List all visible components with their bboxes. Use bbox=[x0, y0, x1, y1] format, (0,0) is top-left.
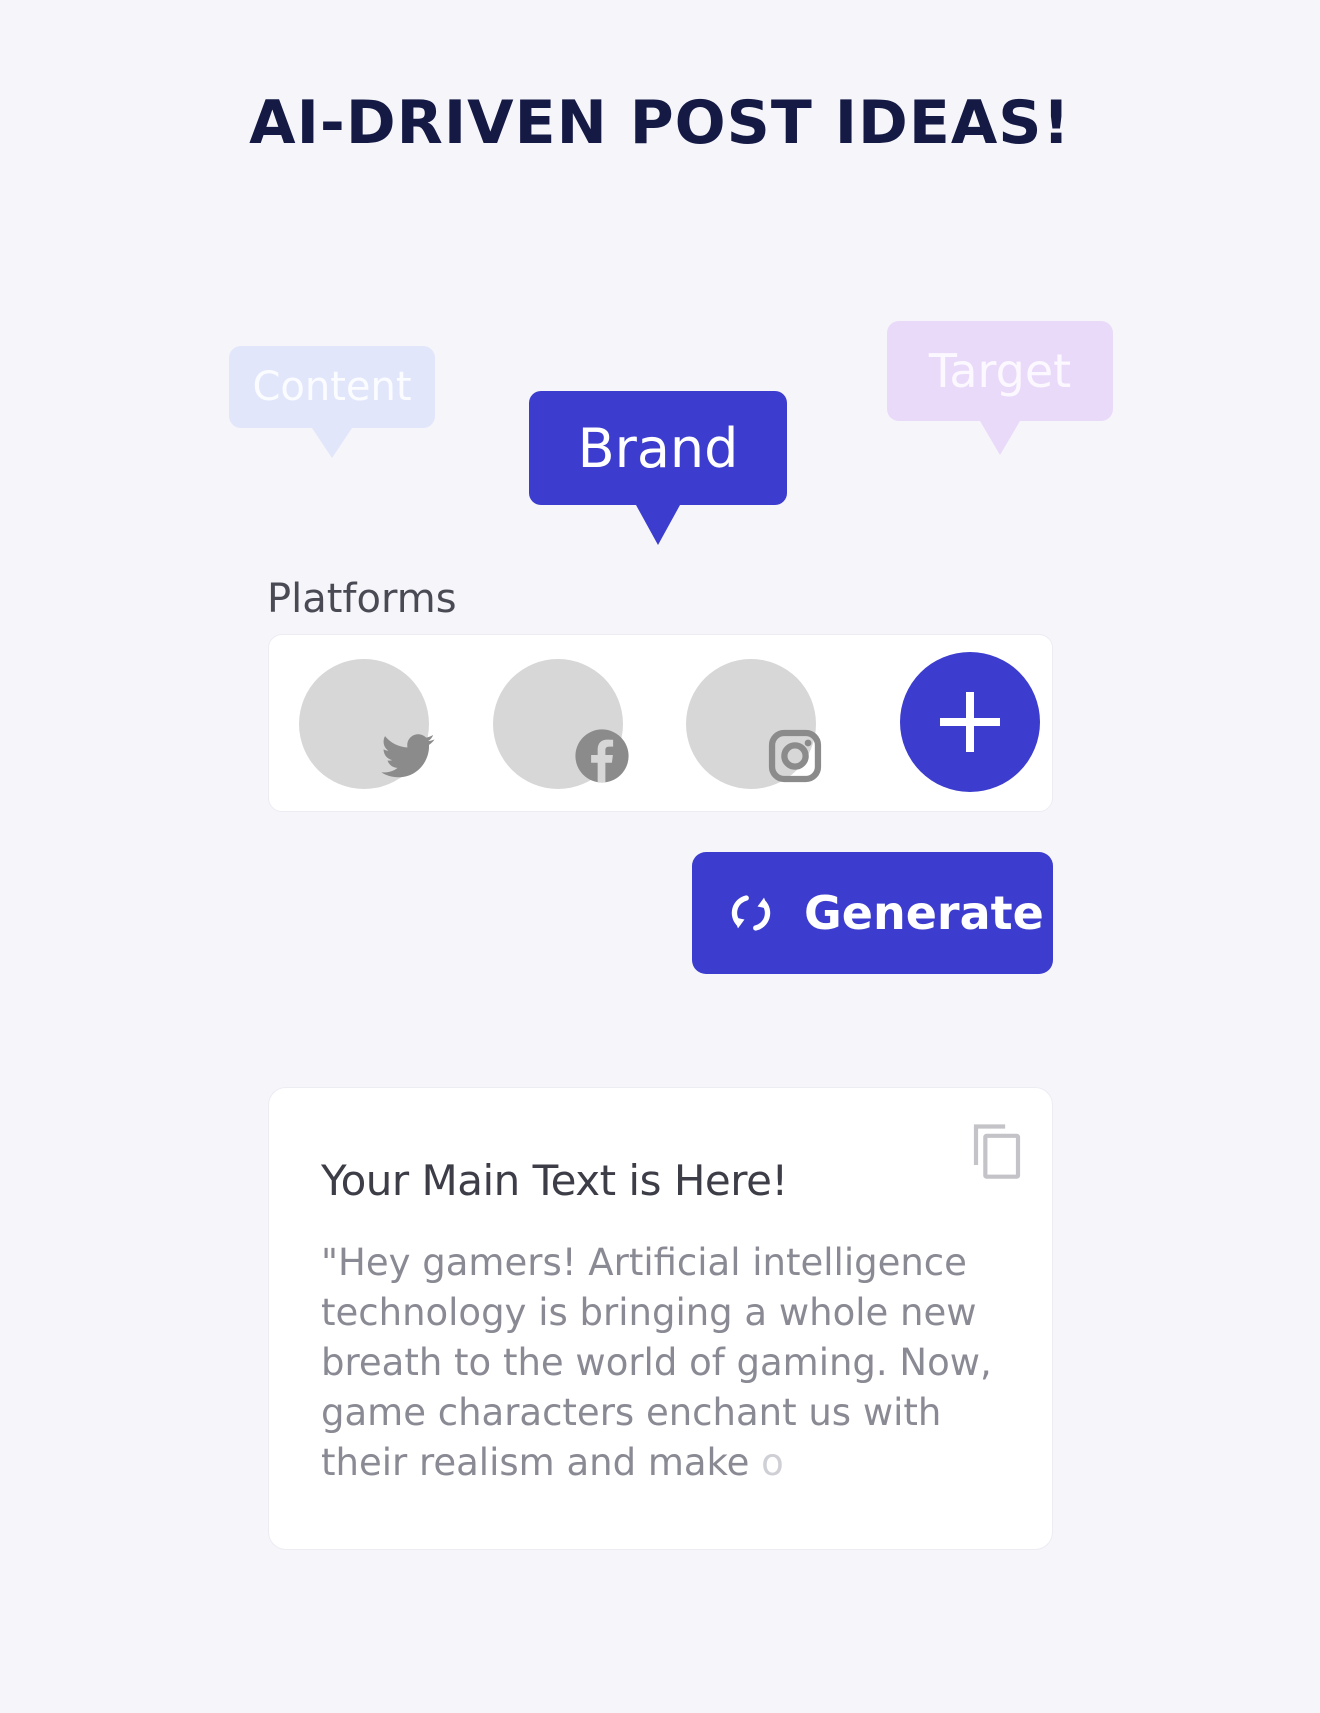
platform-facebook[interactable] bbox=[493, 659, 629, 789]
generated-text-card: Your Main Text is Here! "Hey gamers! Art… bbox=[268, 1087, 1053, 1550]
platforms-label: Platforms bbox=[267, 576, 457, 622]
platform-twitter[interactable] bbox=[299, 659, 435, 789]
instagram-icon bbox=[768, 729, 822, 783]
target-tag-label: Target bbox=[928, 344, 1072, 398]
content-tag-label: Content bbox=[252, 364, 412, 410]
result-body-text: "Hey gamers! Artificial intelligence tec… bbox=[321, 1241, 992, 1484]
facebook-icon bbox=[575, 729, 629, 783]
platform-instagram[interactable] bbox=[686, 659, 822, 789]
twitter-icon bbox=[381, 734, 435, 778]
generate-button-label: Generate bbox=[804, 886, 1044, 940]
result-body-typing: o bbox=[761, 1441, 784, 1484]
copy-icon[interactable] bbox=[969, 1120, 1025, 1182]
generate-button[interactable]: Generate bbox=[692, 852, 1053, 974]
result-body: "Hey gamers! Artificial intelligence tec… bbox=[321, 1238, 1011, 1488]
page-title: AI-DRIVEN POST IDEAS! bbox=[249, 88, 1071, 158]
add-platform-button[interactable] bbox=[900, 652, 1040, 792]
brand-tag-label: Brand bbox=[577, 416, 739, 480]
brand-tag[interactable]: Brand bbox=[529, 391, 787, 545]
platforms-selector bbox=[268, 634, 1053, 812]
refresh-icon bbox=[728, 890, 774, 936]
result-title: Your Main Text is Here! bbox=[321, 1156, 788, 1205]
content-tag[interactable]: Content bbox=[229, 346, 435, 458]
target-tag[interactable]: Target bbox=[887, 321, 1113, 455]
brand-tag-pointer bbox=[636, 505, 680, 545]
content-tag-pointer bbox=[312, 428, 352, 458]
plus-icon bbox=[940, 692, 1000, 752]
target-tag-pointer bbox=[980, 421, 1020, 455]
